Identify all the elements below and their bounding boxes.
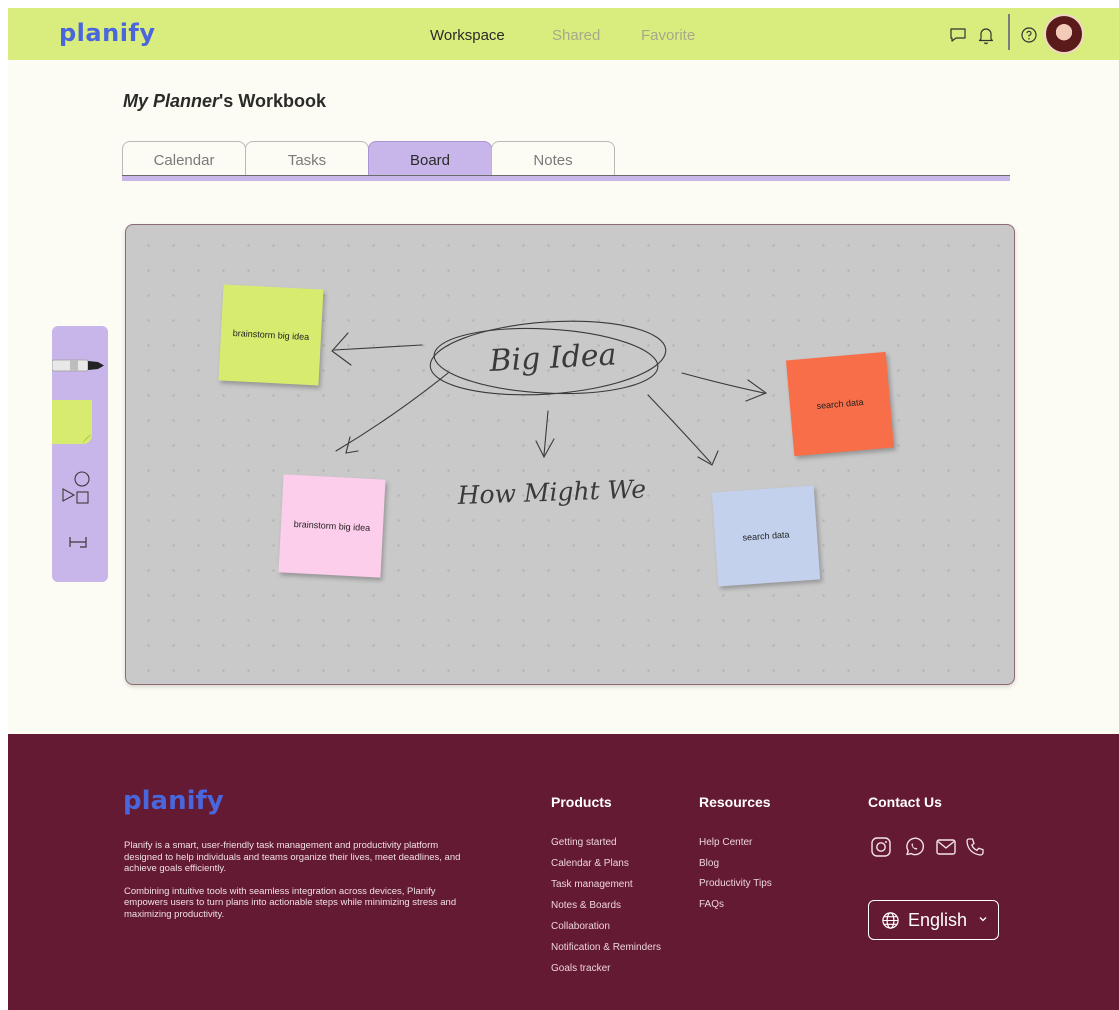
whiteboard-canvas[interactable]: Big Idea How Might We brainstorm big ide… [125,224,1015,685]
footer-logo[interactable]: planify [123,786,224,816]
user-avatar[interactable] [1044,14,1084,54]
chevron-down-icon [979,917,987,922]
tab-notes[interactable]: Notes [491,141,615,178]
site-footer: planify Planify is a smart, user-friendl… [8,734,1119,1010]
sticky-note-green[interactable]: brainstorm big idea [218,284,324,386]
tab-tasks[interactable]: Tasks [245,141,369,178]
bell-icon[interactable] [976,25,996,45]
footer-description: Planify is a smart, user-friendly task m… [124,840,464,920]
globe-icon [882,911,899,929]
tab-calendar[interactable]: Calendar [122,141,246,178]
connector-tool-icon[interactable] [66,532,92,552]
footer-link-faqs[interactable]: FAQs [699,899,772,920]
footer-heading-products: Products [551,794,612,810]
footer-link-collaboration[interactable]: Collaboration [551,921,661,942]
arrow-to-how-might-we [543,410,549,456]
sticky-note-text: brainstorm big idea [232,328,310,342]
phone-icon[interactable] [964,836,986,858]
footer-description-paragraph: Combining intuitive tools with seamless … [124,885,457,920]
nav-link-workspace[interactable]: Workspace [430,27,505,44]
tab-board[interactable]: Board [368,141,492,178]
arrow-to-blue-note [647,394,712,464]
footer-heading-contact: Contact Us [868,794,942,810]
footer-description-paragraph: Planify is a smart, user-friendly task m… [124,840,461,874]
tabs-underline [122,175,1010,181]
footer-link-notification-reminders[interactable]: Notification & Reminders [551,942,661,963]
footer-heading-resources: Resources [699,794,771,810]
mail-icon[interactable] [935,836,957,858]
footer-resources-list: Help Center Blog Productivity Tips FAQs [699,837,772,919]
help-icon[interactable] [1019,25,1039,45]
language-select[interactable]: English [868,900,999,940]
how-might-we-text: How Might We [456,474,646,510]
shapes-tool-icon[interactable] [60,471,100,507]
sticky-note-text: search data [742,529,790,543]
sticky-note-tool-icon[interactable] [52,400,96,448]
marker-tool-icon[interactable] [52,354,108,378]
language-select-value: English [908,909,968,930]
whatsapp-icon[interactable] [903,836,925,858]
footer-link-getting-started[interactable]: Getting started [551,837,661,858]
footer-link-productivity-tips[interactable]: Productivity Tips [699,878,772,899]
footer-link-blog[interactable]: Blog [699,858,772,879]
brand-logo[interactable]: planify [59,19,156,47]
sticky-note-text: search data [816,396,864,412]
workbook-owner-name: My Planner [123,91,220,111]
nav-link-shared[interactable]: Shared [552,27,600,44]
footer-link-help-center[interactable]: Help Center [699,837,772,858]
sticky-note-blue[interactable]: search data [711,485,821,587]
sticky-note-text: brainstorm big idea [293,519,371,533]
footer-link-goals-tracker[interactable]: Goals tracker [551,963,661,984]
board-toolbar [52,326,108,582]
big-idea-text: Big Idea [488,337,618,379]
nav-link-favorite[interactable]: Favorite [641,27,695,44]
arrow-to-pink-note [335,372,449,452]
instagram-icon[interactable] [870,836,892,858]
workbook-title-suffix: 's Workbook [219,91,326,111]
top-navbar: planify Workspace Shared Favorite [8,8,1119,60]
arrow-to-green-note [333,344,423,351]
chat-icon[interactable] [948,25,968,45]
footer-link-task-management[interactable]: Task management [551,879,661,900]
footer-link-notes-boards[interactable]: Notes & Boards [551,900,661,921]
sticky-note-pink[interactable]: brainstorm big idea [278,474,386,578]
page-title: My Planner's Workbook [123,91,326,112]
footer-products-list: Getting started Calendar & Plans Task ma… [551,837,661,984]
sticky-note-orange[interactable]: search data [786,351,894,457]
footer-link-calendar-plans[interactable]: Calendar & Plans [551,858,661,879]
nav-divider [1008,14,1010,50]
